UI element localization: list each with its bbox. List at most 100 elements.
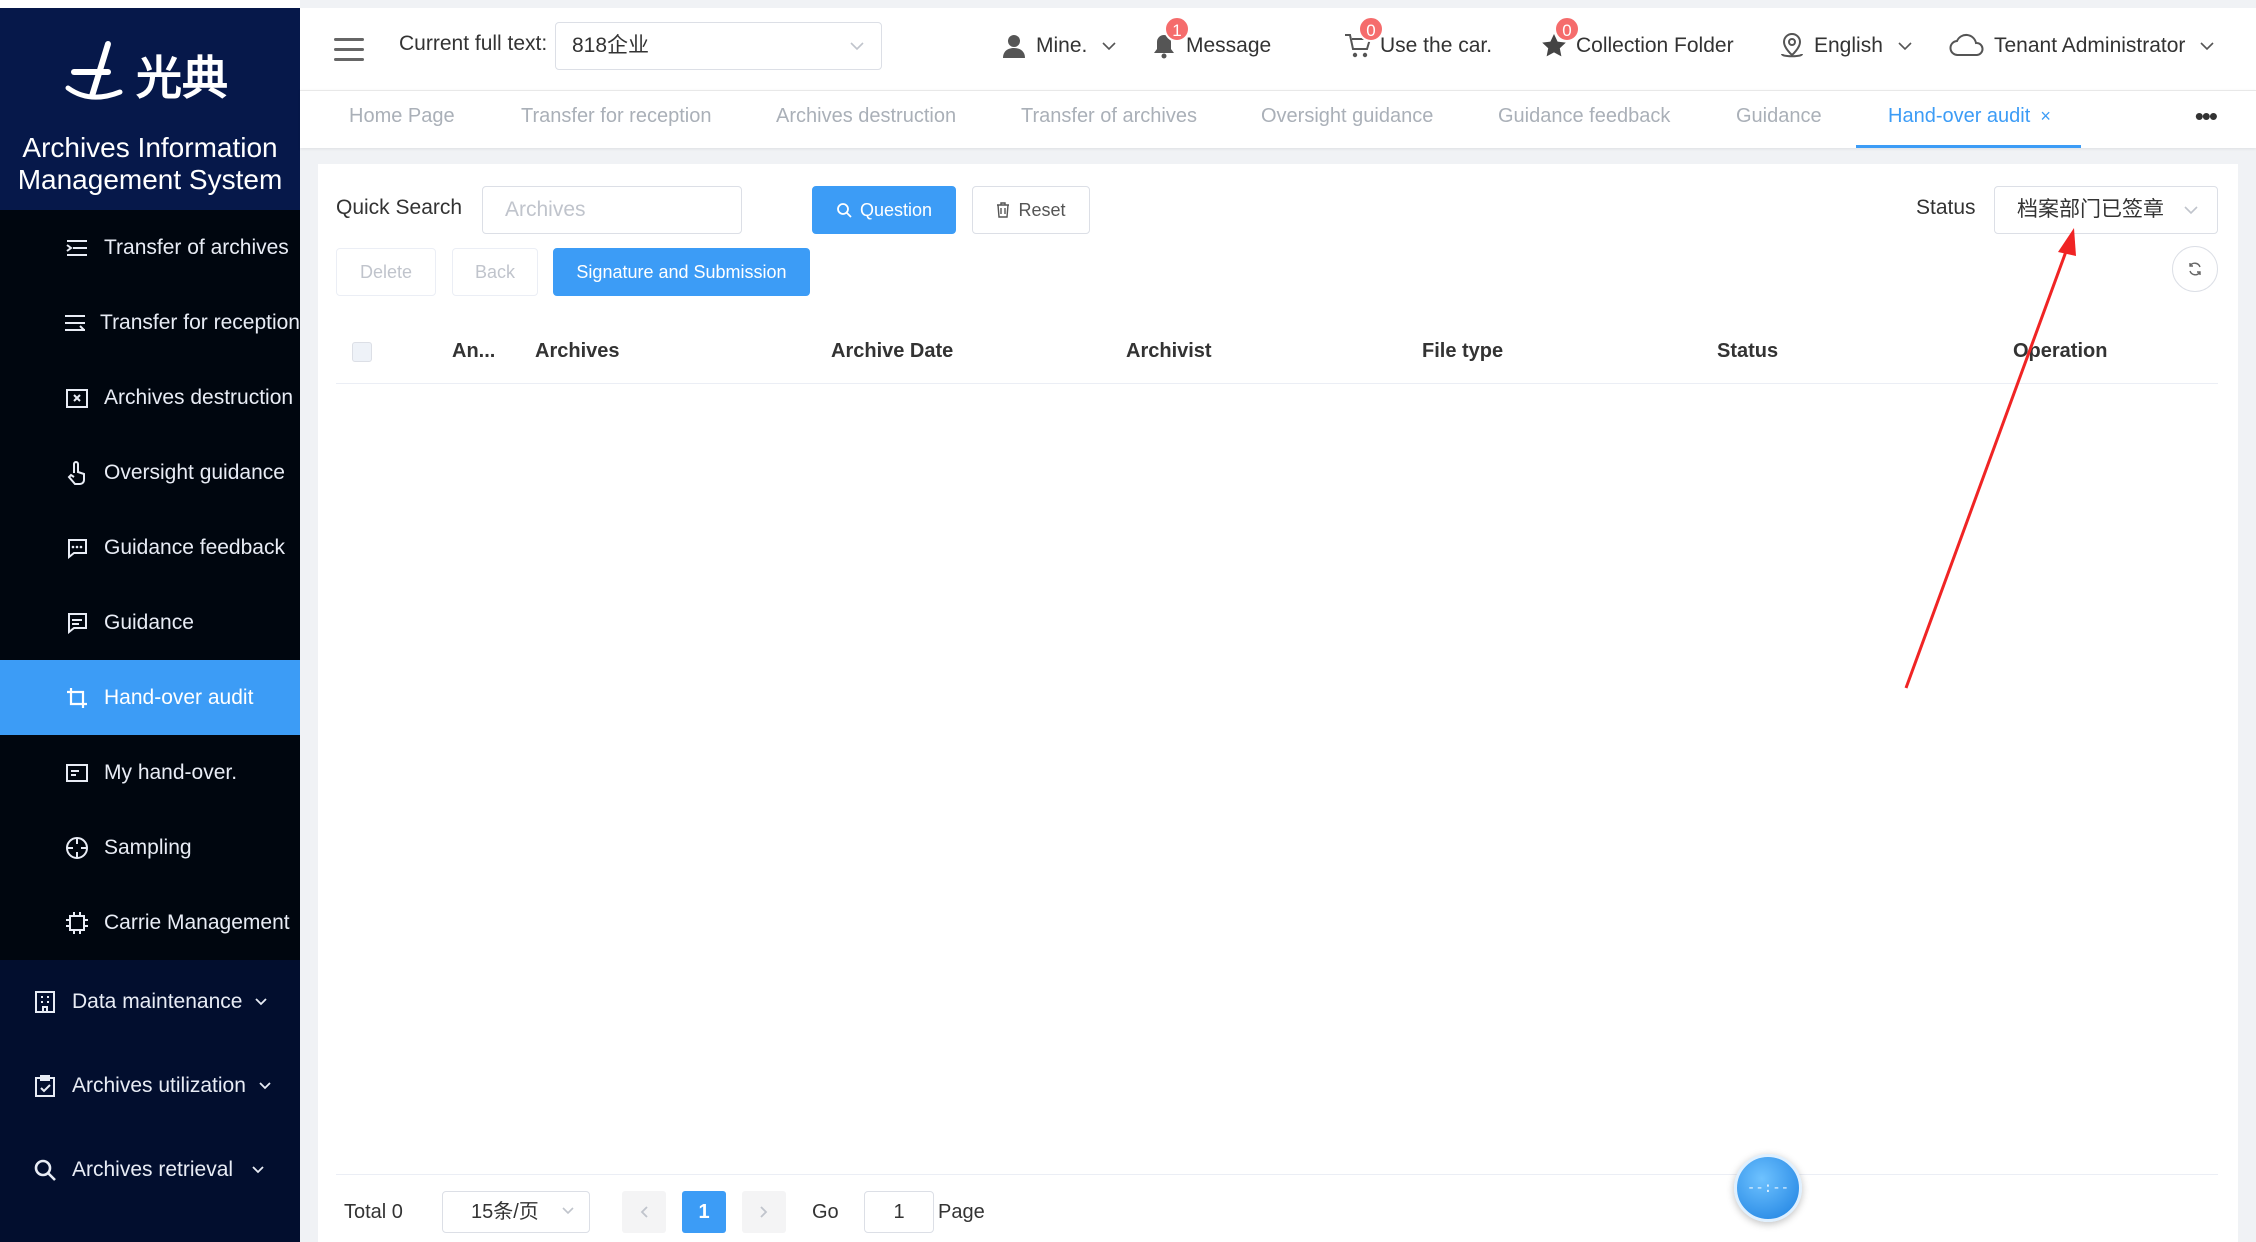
status-filter-select[interactable]: 档案部门已签章 (1994, 186, 2218, 234)
delete-button[interactable]: Delete (336, 248, 436, 296)
reset-button-label: Reset (1018, 200, 1066, 220)
system-title: Archives Information Management System (17, 132, 283, 195)
select-all-checkbox[interactable] (352, 342, 372, 362)
current-fulltext-select[interactable]: 818企业 (555, 22, 882, 70)
sidebar-item-guidance-feedback[interactable]: Guidance feedback (0, 510, 300, 585)
chevron-down-icon (2184, 206, 2198, 215)
collection-folder-menu[interactable]: 0 Collection Folder (1540, 16, 1734, 60)
sidebar-item-transfer-of-archives[interactable]: Transfer of archives (0, 210, 300, 285)
page-label: Page (938, 1201, 985, 1223)
tab-guidance[interactable]: Guidance (1736, 105, 1822, 128)
main-content: Quick Search Archives Question Reset Sta… (318, 164, 2238, 1242)
user-menu[interactable]: Tenant Administrator (1948, 32, 2215, 60)
use-car-menu[interactable]: 0 Use the car. (1344, 16, 1492, 60)
column-header[interactable]: Status (1717, 340, 1778, 363)
close-icon[interactable]: × (2040, 106, 2051, 126)
sidebar-group-data-maintenance[interactable]: Data maintenance (0, 960, 300, 1044)
message-menu[interactable]: 1 Message (1150, 16, 1272, 60)
table-header: An... Archives Archive Date Archivist Fi… (336, 320, 2218, 384)
chevron-right-icon (760, 1206, 768, 1218)
sidebar-group-archives-utilization[interactable]: Archives utilization (0, 1044, 300, 1128)
page-size-select[interactable]: 15条/页 (442, 1191, 590, 1233)
sidebar-item-my-hand-over[interactable]: My hand-over. (0, 735, 300, 810)
collection-label: Collection Folder (1576, 34, 1734, 57)
column-header[interactable]: An... (452, 340, 495, 363)
next-page-button[interactable] (742, 1191, 786, 1233)
tab-bar: Home Page Transfer for reception Archive… (300, 90, 2256, 148)
trash-icon (996, 202, 1010, 218)
go-label: Go (812, 1201, 839, 1223)
search-icon (836, 202, 852, 218)
current-fulltext-label: Current full text: (399, 32, 548, 55)
tab-archives-destruction[interactable]: Archives destruction (776, 105, 956, 128)
app-root: 光典 Archives Information Management Syste… (0, 0, 2256, 1242)
sidebar-group-archives-retrieval[interactable]: Archives retrieval (0, 1128, 300, 1212)
tab-hand-over-audit[interactable]: Hand-over audit × (1856, 105, 2081, 148)
tab-oversight-guidance[interactable]: Oversight guidance (1261, 105, 1433, 128)
sidebar-item-label: Sampling (104, 835, 192, 859)
prev-page-button[interactable] (622, 1191, 666, 1233)
floating-assistant-button[interactable]: --:-- (1734, 1154, 1802, 1222)
question-button-label: Question (859, 200, 933, 220)
chip-icon (64, 910, 90, 936)
sidebar-item-label: Transfer of archives (104, 235, 289, 259)
sidebar-item-transfer-for-reception[interactable]: Transfer for reception (0, 285, 300, 360)
chevron-down-icon (259, 1082, 271, 1090)
quick-search-input[interactable]: Archives (482, 186, 742, 234)
cloud-icon (1948, 32, 1986, 60)
sidebar-item-oversight-guidance[interactable]: Oversight guidance (0, 435, 300, 510)
more-tabs-icon[interactable]: ••• (2195, 101, 2218, 132)
sidebar-group-label: Archives retrieval (72, 1158, 234, 1181)
chevron-down-icon (562, 1207, 574, 1215)
hamburger-menu-icon[interactable] (334, 38, 364, 62)
go-page-input[interactable]: 1 (864, 1191, 934, 1233)
tab-home-page[interactable]: Home Page (349, 105, 455, 128)
page-size-value: 15条/页 (471, 1201, 539, 1223)
logo-area: 光典 Archives Information Management Syste… (0, 0, 300, 210)
question-button[interactable]: Question (812, 186, 956, 234)
chevron-down-icon (1898, 42, 1912, 51)
crop-icon (64, 685, 90, 711)
tab-transfer-for-reception[interactable]: Transfer for reception (521, 105, 711, 128)
sidebar-item-label: Transfer for reception (100, 310, 300, 334)
column-header[interactable]: Archives (535, 340, 620, 363)
tab-transfer-of-archives[interactable]: Transfer of archives (1021, 105, 1197, 128)
list-indent-icon (64, 235, 90, 261)
chevron-down-icon (255, 998, 268, 1006)
tab-label: Hand-over audit (1888, 105, 2031, 127)
mine-menu[interactable]: Mine. (1000, 32, 1117, 60)
column-header[interactable]: Archivist (1126, 340, 1212, 363)
sidebar-item-archives-destruction[interactable]: Archives destruction (0, 360, 300, 435)
sidebar-item-hand-over-audit[interactable]: Hand-over audit (0, 660, 300, 735)
bell-icon: 1 (1150, 16, 1190, 60)
page-number-button[interactable]: 1 (682, 1191, 726, 1233)
collection-badge: 0 (1554, 16, 1580, 42)
sidebar: 光典 Archives Information Management Syste… (0, 0, 300, 1242)
chat-dots-icon (64, 535, 90, 561)
status-filter-label: Status (1916, 196, 1976, 219)
back-button[interactable]: Back (452, 248, 538, 296)
card-icon (64, 760, 90, 786)
reset-button[interactable]: Reset (972, 186, 1090, 234)
user-label: Tenant Administrator (1994, 34, 2186, 57)
message-label: Message (1186, 34, 1272, 57)
sidebar-item-guidance[interactable]: Guidance (0, 585, 300, 660)
message-badge: 1 (1164, 16, 1190, 42)
sidebar-item-sampling[interactable]: Sampling (0, 810, 300, 885)
signature-submission-button[interactable]: Signature and Submission (553, 248, 810, 296)
submenu: Transfer of archives Transfer for recept… (0, 210, 300, 960)
sidebar-item-label: My hand-over. (104, 760, 238, 784)
chevron-left-icon (640, 1206, 648, 1218)
column-header[interactable]: File type (1422, 340, 1503, 363)
sidebar-item-carrie-management[interactable]: Carrie Management (0, 885, 300, 960)
column-header[interactable]: Archive Date (831, 340, 953, 363)
sidebar-group-label: Data maintenance (72, 990, 243, 1013)
logo-text: 光典 (136, 51, 228, 105)
tab-guidance-feedback[interactable]: Guidance feedback (1498, 105, 1670, 128)
back-button-label: Back (474, 262, 516, 282)
column-header[interactable]: Operation (2013, 340, 2107, 363)
refresh-button[interactable] (2172, 246, 2218, 292)
sidebar-item-label: Oversight guidance (104, 460, 285, 484)
language-menu[interactable]: English (1778, 32, 1913, 60)
box-x-icon (64, 385, 90, 411)
